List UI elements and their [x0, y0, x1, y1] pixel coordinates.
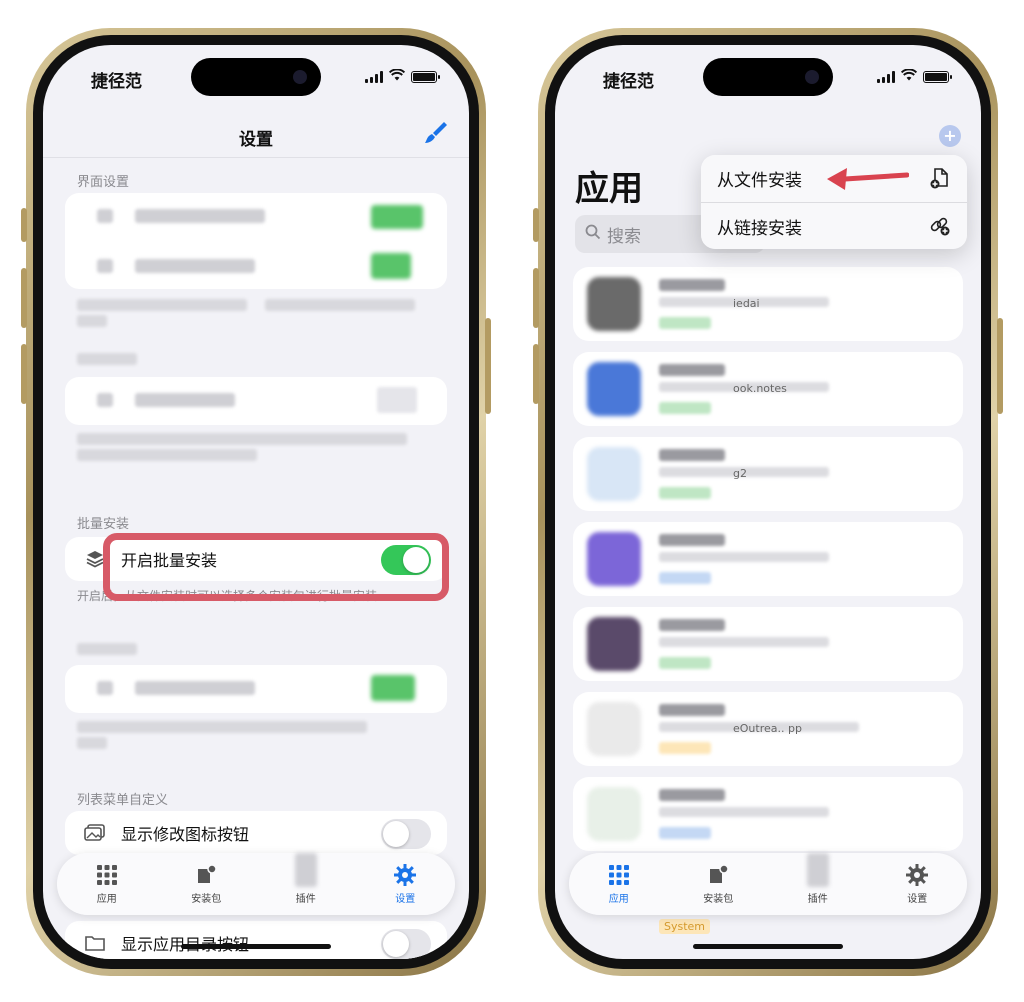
annotation-arrow	[827, 168, 909, 190]
status-bar: 捷径范	[555, 45, 981, 103]
show-edit-icon-row[interactable]: 显示修改图标按钮	[65, 811, 447, 855]
show-app-dir-row[interactable]: 显示应用目录按钮	[65, 921, 447, 959]
dynamic-island	[703, 58, 833, 96]
link-add-icon	[930, 217, 950, 236]
section-interface-label: 界面设置	[77, 175, 130, 190]
show-app-dir-label: 显示应用目录按钮	[121, 931, 249, 955]
system-icons	[877, 68, 952, 84]
app-bundle-id: ook.notes	[733, 382, 787, 395]
grid-icon	[95, 863, 119, 887]
status-bar: 捷径范	[43, 45, 469, 103]
page-title: 应用	[575, 169, 643, 209]
brush-icon[interactable]	[423, 119, 449, 145]
blurred-settings-card	[65, 377, 447, 425]
blurred-settings-card-2	[65, 665, 447, 713]
add-button[interactable]: +	[939, 125, 961, 147]
tab-bar: 应用 安装包 插件 设置	[569, 853, 967, 915]
gear-icon	[393, 863, 417, 887]
menu-install-from-link[interactable]: 从链接安装	[701, 202, 967, 249]
signal-icon	[365, 70, 383, 83]
carrier-label: 捷径范	[603, 72, 654, 92]
system-badge: System	[659, 919, 711, 934]
gear-icon	[905, 863, 929, 887]
photo-icon	[83, 821, 107, 845]
app-icon	[587, 702, 641, 756]
settings-screen: 捷径范 设置 界面设置 批量安装 开启批量安装 开启后，从文件安装时可以选择多个…	[43, 45, 469, 959]
show-edit-icon-label: 显示修改图标按钮	[121, 825, 250, 844]
app-list-item[interactable]: iedai	[573, 267, 963, 341]
app-icon	[587, 617, 641, 671]
tab-packages[interactable]: 安装包	[683, 863, 753, 905]
app-list-item[interactable]: eOutrea.. pp	[573, 692, 963, 766]
app-bundle-id: iedai	[733, 297, 760, 310]
dynamic-island	[191, 58, 321, 96]
signal-icon	[877, 70, 895, 83]
system-icons	[365, 68, 440, 84]
home-indicator	[693, 944, 843, 949]
tab-plugins[interactable]: 插件	[271, 853, 341, 905]
wifi-icon	[900, 68, 918, 84]
section-list-menu-label: 列表菜单自定义	[77, 793, 169, 808]
phone-frame-left: 捷径范 设置 界面设置 批量安装 开启批量安装 开启后，从文件安装时可以选择多个…	[21, 28, 491, 976]
package-icon	[706, 863, 730, 887]
home-indicator	[181, 944, 331, 949]
tab-plugins[interactable]: 插件	[783, 853, 853, 905]
tab-settings[interactable]: 设置	[370, 863, 440, 905]
page-title: 设置	[239, 130, 273, 150]
apps-screen: 捷径范 + 应用 搜索 iedai ook.notes g2 eOutrea..…	[555, 45, 981, 959]
highlight-box	[103, 533, 449, 601]
interface-settings-card	[65, 193, 447, 289]
app-icon	[587, 277, 641, 331]
grid-icon	[607, 863, 631, 887]
tab-packages[interactable]: 安装包	[171, 863, 241, 905]
list-menu-card-2: 显示应用目录按钮	[65, 921, 447, 959]
show-edit-icon-toggle[interactable]	[381, 819, 431, 849]
app-icon	[587, 787, 641, 841]
app-bundle-id: eOutrea.. pp	[733, 722, 802, 735]
app-icon	[587, 362, 641, 416]
section-batch-label: 批量安装	[77, 517, 130, 532]
search-placeholder: 搜索	[607, 226, 641, 247]
app-icon	[587, 447, 641, 501]
show-app-dir-toggle[interactable]	[381, 929, 431, 959]
folder-icon	[83, 931, 107, 955]
tab-bar: 应用 安装包 插件 设置	[57, 853, 455, 915]
phone-frame-right: 捷径范 + 应用 搜索 iedai ook.notes g2 eOutrea..…	[533, 28, 1003, 976]
battery-icon	[923, 70, 952, 83]
list-menu-card: 显示修改图标按钮	[65, 811, 447, 855]
search-icon	[585, 224, 601, 244]
wifi-icon	[388, 68, 406, 84]
app-list-item[interactable]	[573, 777, 963, 851]
puzzle-icon	[294, 853, 318, 887]
tab-settings[interactable]: 设置	[882, 863, 952, 905]
tab-apps[interactable]: 应用	[72, 863, 142, 905]
app-list-item[interactable]: ook.notes	[573, 352, 963, 426]
app-bundle-id: g2	[733, 467, 747, 480]
file-add-icon	[930, 168, 948, 189]
app-list-item[interactable]: g2	[573, 437, 963, 511]
battery-icon	[411, 70, 440, 83]
tab-apps[interactable]: 应用	[584, 863, 654, 905]
carrier-label: 捷径范	[91, 72, 142, 92]
app-icon	[587, 532, 641, 586]
package-icon	[194, 863, 218, 887]
puzzle-icon	[806, 853, 830, 887]
app-list-item[interactable]	[573, 522, 963, 596]
app-list-item[interactable]	[573, 607, 963, 681]
